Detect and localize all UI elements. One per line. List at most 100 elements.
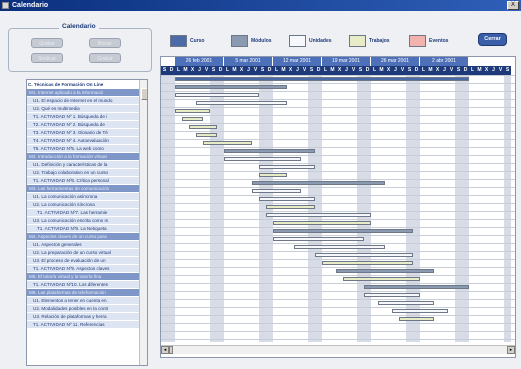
tree-item-row[interactable]: U1. Aspectos generales [27, 241, 139, 249]
unit-bar[interactable] [392, 309, 448, 313]
day-label: S [308, 66, 315, 75]
tree-scroll-thumb[interactable] [141, 88, 147, 100]
tree-item-row[interactable]: T1. ACTIVIDAD Nº7. Las herramie [27, 209, 139, 217]
day-label: V [399, 66, 406, 75]
tree-item-row[interactable]: U3. El proceso de evaluación de un [27, 257, 139, 265]
window-close-button[interactable]: X [507, 1, 519, 10]
row-gridline [161, 203, 515, 204]
grabar-button[interactable]: Grabar [31, 38, 63, 48]
tree-item-row[interactable]: T3. ACTIVIDAD Nº 3. Glosario de Té [27, 129, 139, 137]
day-label: L [224, 66, 231, 75]
day-label: J [490, 66, 497, 75]
week-header: 26 mar 2001 [371, 57, 420, 66]
module-bar[interactable] [175, 85, 287, 89]
module-bar[interactable] [336, 269, 434, 273]
tree-item-row[interactable]: U2. Modalidades posibles en la contr [27, 305, 139, 313]
task-bar[interactable] [322, 261, 413, 265]
unit-bar[interactable] [378, 301, 434, 305]
tree-module-row[interactable]: M3. Las herramientas de comunicación [27, 185, 139, 193]
sindicar-button[interactable]: Sindicar [31, 53, 63, 63]
tree-item-row[interactable]: U1. La comunicación asíncrona [27, 193, 139, 201]
task-bar[interactable] [259, 173, 287, 177]
tree-item-row[interactable]: U2. La comunicación síncrona [27, 201, 139, 209]
timeline-horizontal-scrollbar[interactable]: ◂ ▸ [161, 345, 515, 354]
borrar-button[interactable]: Borrar [89, 38, 121, 48]
day-label: L [469, 66, 476, 75]
day-label: D [266, 66, 273, 75]
cerrar-button[interactable]: Cerrar [478, 33, 507, 46]
unit-bar[interactable] [273, 237, 364, 241]
tree-item-row[interactable]: T2. ACTIVIDAD Nº 2. Búsqueda de [27, 121, 139, 129]
tree-item-row[interactable]: U2. Trabajo colaborativo en un curso [27, 169, 139, 177]
day-label: D [168, 66, 175, 75]
row-gridline [161, 171, 515, 172]
row-gridline [161, 235, 515, 236]
tree-module-row[interactable]: M5. El tutor/a virtual y la tutoría fina [27, 273, 139, 281]
tree-item-row[interactable]: T1. ACTIVIDAD Nº 1. Búsqueda de i [27, 113, 139, 121]
course-bar[interactable] [175, 77, 469, 81]
day-label: M [182, 66, 189, 75]
tree-vertical-scrollbar[interactable] [139, 80, 147, 365]
module-bar[interactable] [273, 229, 413, 233]
scroll-right-arrow-icon[interactable]: ▸ [507, 346, 515, 354]
unit-bar[interactable] [196, 101, 287, 105]
day-label: S [161, 66, 168, 75]
task-bar[interactable] [196, 133, 217, 137]
week-header: 2 abr 2001 [420, 57, 469, 66]
tree-item-row[interactable]: U2. La preparación de un curso virtual [27, 249, 139, 257]
unit-bar[interactable] [294, 245, 385, 249]
day-label: S [455, 66, 462, 75]
tree-item-row[interactable]: U3. La comunicación escrita como m [27, 217, 139, 225]
tree-item-row[interactable]: U2. Qué es multimedia [27, 105, 139, 113]
tree-item-row[interactable]: T1. ACTIVIDAD Nº 11. Referencias [27, 321, 139, 329]
row-gridline [161, 187, 515, 188]
unit-bar[interactable] [266, 213, 371, 217]
scroll-left-arrow-icon[interactable]: ◂ [161, 346, 169, 354]
tree-item-row[interactable]: T1. ACTIVIDAD Nº8. La Netiqueta [27, 225, 139, 233]
tree-item-row[interactable]: T1. ACTIVIDAD Nº9. Aspectos claves [27, 265, 139, 273]
task-bar[interactable] [182, 117, 203, 121]
unit-bar[interactable] [224, 157, 301, 161]
unit-bar[interactable] [364, 293, 420, 297]
module-bar[interactable] [364, 285, 469, 289]
tree-root-course[interactable]: C. Técnicas de Formación On Line [27, 81, 139, 89]
legend-swatch [289, 35, 306, 47]
tree-module-row[interactable]: M4. Aspectos claves de un curso para [27, 233, 139, 241]
grabar-secondary-button[interactable]: Grabar [89, 53, 121, 63]
module-bar[interactable] [252, 181, 385, 185]
task-bar[interactable] [343, 277, 420, 281]
tree-item-row[interactable]: U1. Definición y características de la [27, 161, 139, 169]
row-gridline [161, 251, 515, 252]
unit-bar[interactable] [252, 189, 301, 193]
tree-module-row[interactable]: M2. Introducción a la formación virtual [27, 153, 139, 161]
task-bar[interactable] [273, 221, 371, 225]
tree-item-row[interactable]: U1. El espacio de Internet en el mundo [27, 97, 139, 105]
tree-item-row[interactable]: T4. ACTIVIDAD Nº 4. Autoevaluación [27, 137, 139, 145]
day-label: J [343, 66, 350, 75]
task-bar[interactable] [175, 109, 210, 113]
tree-item-row[interactable]: U1. Elementos a tener en cuenta en [27, 297, 139, 305]
module-bar[interactable] [224, 149, 315, 153]
task-bar[interactable] [266, 205, 315, 209]
tree-module-row[interactable]: M1. Internet aplicado a la informació [27, 89, 139, 97]
day-label: X [385, 66, 392, 75]
task-bar[interactable] [189, 125, 217, 129]
day-label: L [322, 66, 329, 75]
day-label: D [217, 66, 224, 75]
day-label: V [497, 66, 504, 75]
tree-item-row[interactable]: T1. ACTIVIDAD Nº6. Crítica personal [27, 177, 139, 185]
calendar-group-title: Calendario [59, 23, 99, 30]
tree-item-row[interactable]: T5. ACTIVIDAD Nº5. La web como [27, 145, 139, 153]
legend-label: Eventos [429, 38, 449, 44]
tree-module-row[interactable]: M6. Las plataformas de teleformación [27, 289, 139, 297]
task-bar[interactable] [203, 141, 252, 145]
title-bar: Calendario X [0, 0, 521, 11]
unit-bar[interactable] [175, 93, 259, 97]
unit-bar[interactable] [315, 253, 413, 257]
tree-item-row[interactable]: T1. ACTIVIDAD Nº10. Los diferentes [27, 281, 139, 289]
unit-bar[interactable] [259, 165, 315, 169]
tree-item-row[interactable]: U3. Relación de plataformas y herra [27, 313, 139, 321]
scroll-thumb[interactable] [169, 346, 173, 354]
task-bar[interactable] [399, 317, 434, 321]
unit-bar[interactable] [259, 197, 315, 201]
